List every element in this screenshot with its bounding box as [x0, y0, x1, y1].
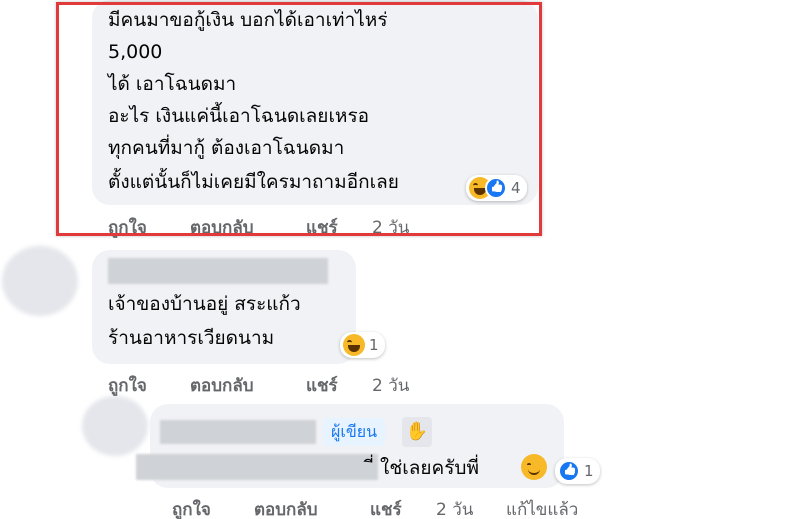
- comment-text-line: เจ้าของบ้านอยู่ สระแก้ว: [108, 293, 301, 315]
- like-link[interactable]: ถูกใจ: [172, 496, 211, 519]
- waving-hand-icon: ✋: [402, 417, 432, 447]
- smile-emoji-icon: [521, 454, 547, 480]
- reply-link[interactable]: ตอบกลับ: [254, 496, 318, 519]
- avatar: [2, 246, 78, 316]
- blurred-author-name: [108, 258, 328, 284]
- haha-reaction-icon: [343, 334, 365, 356]
- edited-label: แก้ไขแล้ว: [506, 500, 579, 519]
- reaction-summary[interactable]: 1: [340, 332, 385, 358]
- avatar: [82, 396, 148, 456]
- author-badge: ผู้เขียน: [323, 418, 386, 446]
- share-link[interactable]: แชร์: [370, 496, 402, 519]
- reaction-count: 1: [369, 336, 379, 354]
- like-link[interactable]: ถูกใจ: [108, 372, 147, 399]
- reply-link[interactable]: ตอบกลับ: [190, 372, 254, 399]
- blurred-author-name: [160, 420, 316, 444]
- reaction-summary[interactable]: 1: [555, 458, 600, 484]
- timestamp[interactable]: 2 วัน: [436, 496, 473, 519]
- reply-actions: ถูกใจ ตอบกลับ แชร์ 2 วัน แก้ไขแล้ว: [172, 496, 612, 519]
- like-reaction-icon: [558, 460, 580, 482]
- comment-actions: ถูกใจ ตอบกลับ แชร์ 2 วัน: [108, 372, 438, 396]
- timestamp[interactable]: 2 วัน: [372, 372, 409, 399]
- comment-text-line: ร้านอาหารเวียดนาม: [108, 327, 275, 349]
- reply-text: ี่ ใช่เลยครับพี่: [374, 457, 479, 479]
- reaction-count: 1: [584, 462, 594, 480]
- share-link[interactable]: แชร์: [306, 372, 338, 399]
- blurred-text: [136, 454, 378, 480]
- highlight-box: [56, 2, 542, 236]
